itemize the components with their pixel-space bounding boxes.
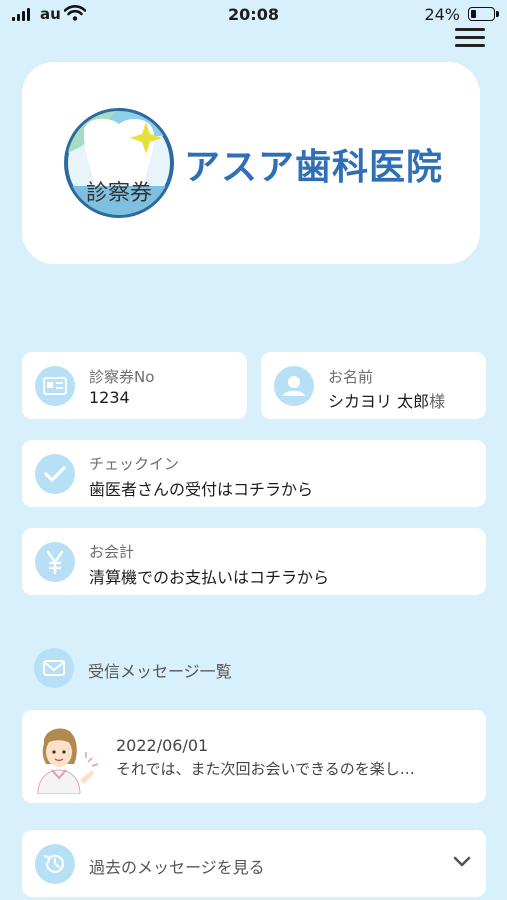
patient-name-label: お名前: [328, 368, 374, 386]
tooth-emblem-icon: 診察券: [62, 106, 176, 220]
payment-description: 清算機でのお支払いはコチラから: [89, 568, 330, 587]
patient-name-value: シカヨリ 太郎様: [328, 388, 445, 412]
message-inbox-link[interactable]: 受信メッセージ一覧: [34, 648, 334, 688]
checkin-description: 歯医者さんの受付はコチラから: [89, 480, 314, 499]
check-icon: [35, 454, 75, 494]
hamburger-menu-button[interactable]: [455, 28, 485, 48]
patient-card-value: 1234: [89, 388, 130, 407]
battery-percent: 24%: [424, 5, 460, 24]
message-date: 2022/06/01: [116, 736, 209, 755]
clinic-name: アスア歯科医院: [184, 147, 444, 188]
message-item[interactable]: 2022/06/01 それでは、また次回お会いできるのを楽し…: [22, 710, 486, 803]
battery-icon: [468, 7, 499, 21]
patient-name-text: シカヨリ 太郎: [328, 392, 430, 411]
status-bar: au 20:08 24%: [0, 0, 507, 30]
patient-card-number-card[interactable]: 診察券No 1234: [22, 352, 247, 419]
checkin-label: チェックイン: [89, 455, 180, 473]
message-preview: それでは、また次回お会いできるのを楽し…: [116, 760, 415, 778]
payment-card[interactable]: お会計 清算機でのお支払いはコチラから: [22, 528, 486, 595]
patient-name-card[interactable]: お名前 シカヨリ 太郎様: [261, 352, 486, 419]
emblem-label: 診察券: [86, 181, 152, 206]
person-icon: [274, 366, 314, 406]
history-clock-icon: [35, 844, 75, 884]
payment-label: お会計: [89, 543, 135, 561]
checkin-card[interactable]: チェックイン 歯医者さんの受付はコチラから: [22, 440, 486, 507]
id-card-icon: [35, 366, 75, 406]
chevron-down-icon[interactable]: [452, 854, 472, 873]
envelope-icon: [34, 648, 74, 688]
clinic-logo-card: 診察券 アスア歯科医院: [22, 62, 480, 264]
past-messages-label: 過去のメッセージを見る: [89, 858, 265, 877]
yen-icon: [35, 542, 75, 582]
honorific-suffix: 様: [429, 392, 446, 411]
patient-card-label: 診察券No: [89, 368, 155, 386]
staff-avatar: [32, 722, 102, 795]
past-messages-accordion[interactable]: 過去のメッセージを見る: [22, 830, 486, 897]
inbox-label: 受信メッセージ一覧: [88, 662, 232, 681]
